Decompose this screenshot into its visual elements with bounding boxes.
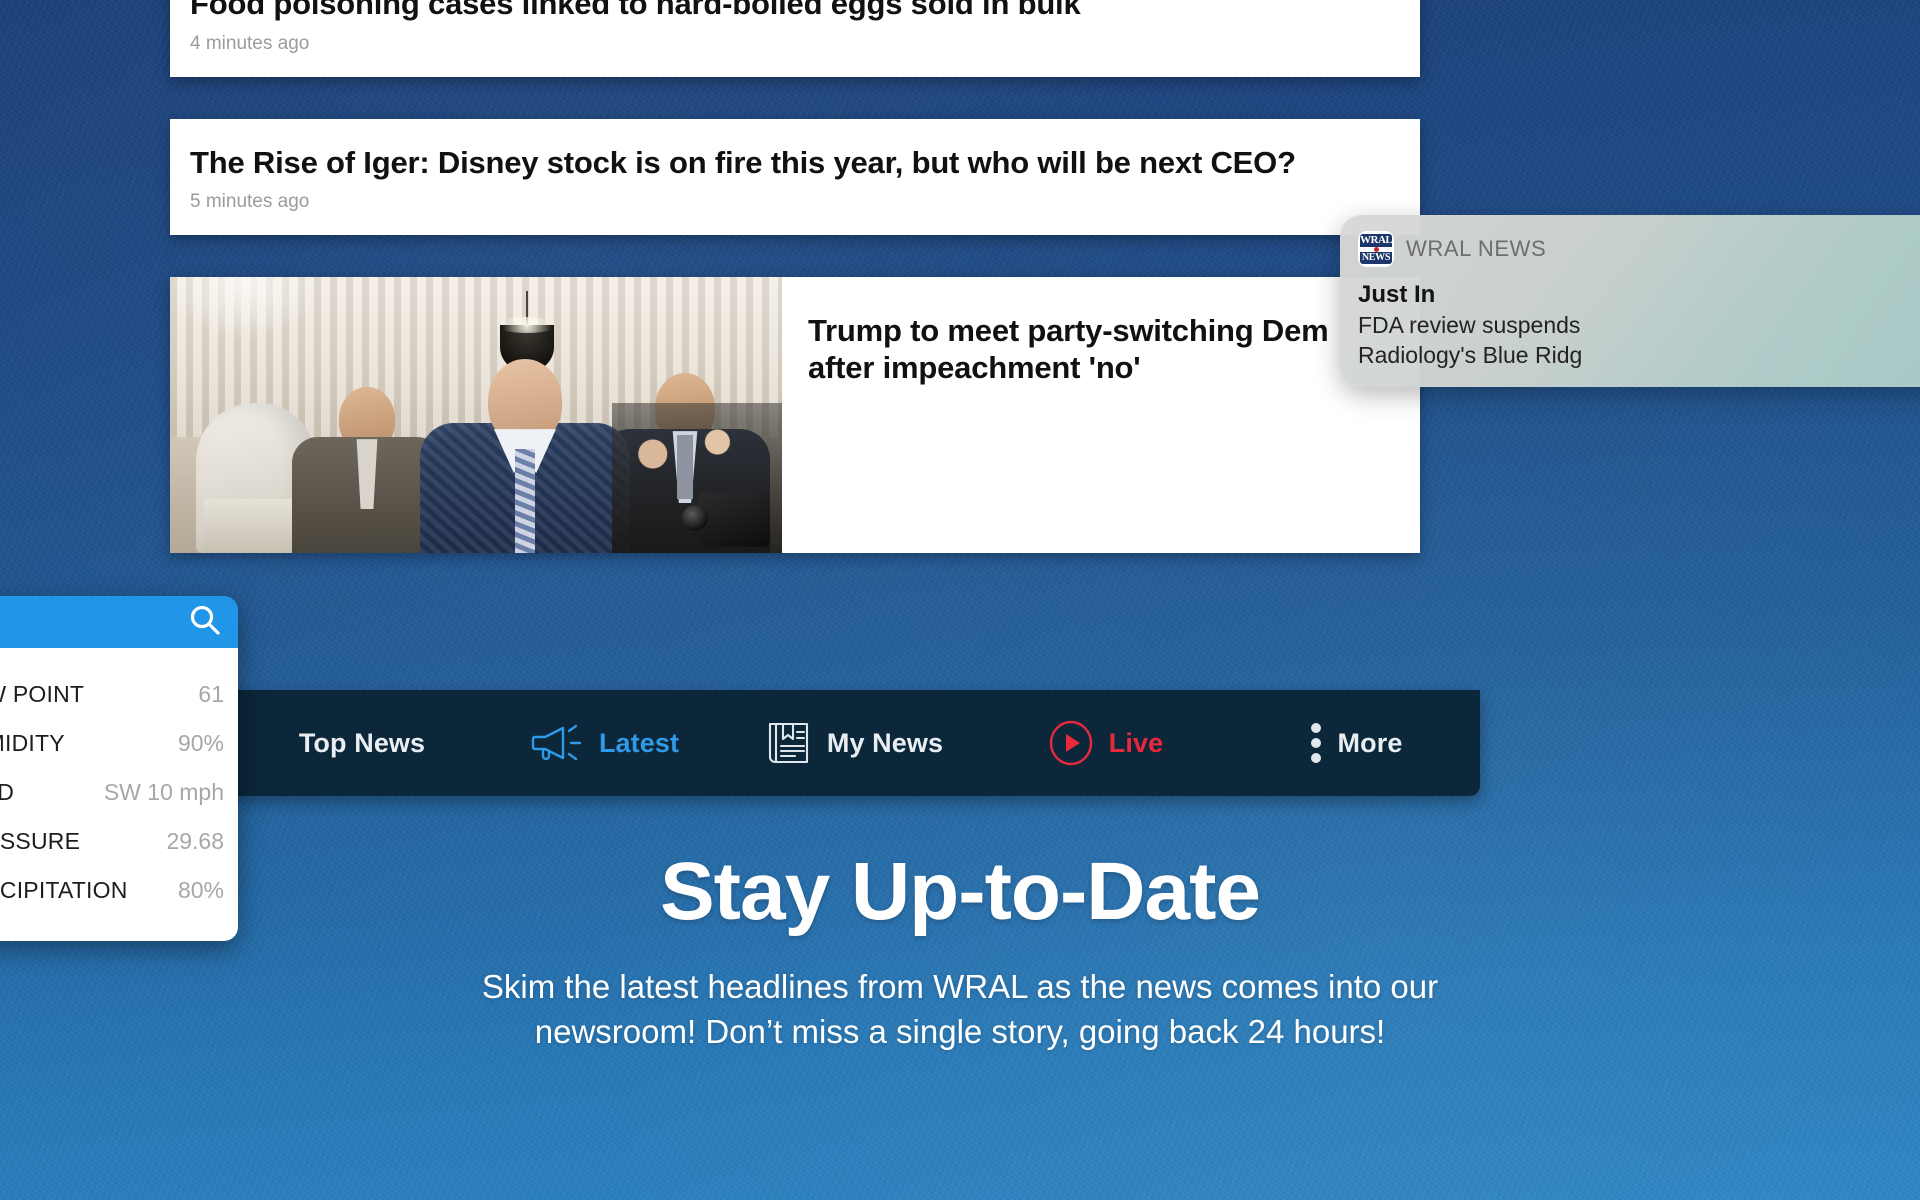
weather-row: DEW POINT 61 (0, 670, 224, 719)
hero-subtitle-line-2: newsroom! Don’t miss a single story, goi… (534, 1012, 1386, 1050)
tab-my-news[interactable]: My News (730, 690, 980, 796)
weather-row: HUMIDITY 90% (0, 719, 224, 768)
app-icon-logo-bottom: NEWS (1360, 252, 1392, 264)
story-timestamp: 5 minutes ago (190, 191, 310, 213)
story-timestamp: 4 minutes ago (190, 32, 310, 54)
tab-latest[interactable]: Latest (480, 690, 730, 796)
weather-value: SW 10 mph (103, 779, 224, 805)
notification-title: Just In (1358, 281, 1436, 308)
hero-subtitle-line-1: Skim the latest headlines from WRAL as t… (481, 968, 1439, 1005)
notification-body-line-2: Radiology's Blue Ridg (1358, 342, 1583, 369)
photo-camera (682, 493, 770, 548)
story-thumbnail (170, 277, 782, 554)
weather-value: 29.68 (166, 828, 224, 854)
weather-label: HUMIDITY (0, 730, 65, 756)
play-circle-icon (1047, 719, 1095, 767)
app-icon-logo-top: WRAL (1360, 234, 1393, 247)
weather-label: WIND (0, 779, 15, 805)
story-card[interactable]: Trump to meet party-switching Dem after … (170, 277, 1420, 554)
story-headline: Trump to meet party-switching Dem after … (808, 313, 1329, 385)
hero-section: Stay Up-to-Date Skim the latest headline… (0, 845, 1920, 1055)
weather-widget: DEW POINT 61 HUMIDITY 90% WIND SW 10 mph… (0, 596, 238, 941)
notification-header: WRAL NEWS WRAL NEWS (1358, 231, 1920, 267)
weather-label: DEW POINT (0, 681, 85, 707)
megaphone-icon (531, 723, 585, 763)
weather-label: PRECIPITATION (0, 877, 128, 903)
weather-search-bar[interactable] (0, 596, 238, 648)
photo-person-center (420, 359, 630, 554)
story-card[interactable]: Food poisoning cases linked to hard-boil… (170, 0, 1420, 77)
story-card[interactable]: The Rise of Iger: Disney stock is on fir… (170, 118, 1420, 236)
three-dots-vertical-icon (1308, 719, 1324, 767)
tab-label: Top News (298, 727, 426, 758)
tab-more[interactable]: More (1230, 690, 1480, 796)
search-icon[interactable] (188, 603, 222, 642)
tab-label: My News (826, 727, 944, 758)
hero-title: Stay Up-to-Date (659, 846, 1261, 937)
bottom-tab-bar: Top News Latest My News Live More (230, 690, 1480, 796)
weather-value: 80% (177, 877, 224, 903)
story-headline: The Rise of Iger: Disney stock is on fir… (190, 144, 1296, 180)
hero-subtitle: Skim the latest headlines from WRAL as t… (0, 965, 1920, 1055)
weather-row: WIND SW 10 mph (0, 768, 224, 817)
weather-details-list: DEW POINT 61 HUMIDITY 90% WIND SW 10 mph… (0, 648, 238, 941)
weather-value: 61 (198, 681, 224, 707)
tab-live[interactable]: Live (980, 690, 1230, 796)
weather-label: PRESSURE (0, 828, 81, 854)
wral-news-app-icon: WRAL NEWS (1358, 231, 1394, 267)
notification-app-name: WRAL NEWS (1406, 236, 1547, 261)
news-feed-column: Food poisoning cases linked to hard-boil… (170, 0, 1420, 554)
tab-top-news[interactable]: Top News (230, 690, 480, 796)
tab-label: More (1337, 727, 1403, 758)
newspaper-icon (767, 720, 813, 766)
tab-label: Latest (598, 727, 680, 758)
weather-row: PRESSURE 29.68 (0, 817, 224, 866)
notification-body-line-1: FDA review suspends (1358, 312, 1581, 338)
story-headline: Food poisoning cases linked to hard-boil… (190, 0, 1081, 21)
tab-label: Live (1108, 727, 1164, 758)
weather-row: PRECIPITATION 80% (0, 866, 224, 915)
notification-toast[interactable]: WRAL NEWS WRAL NEWS Just In FDA review s… (1340, 215, 1920, 388)
weather-value: 90% (177, 730, 224, 756)
